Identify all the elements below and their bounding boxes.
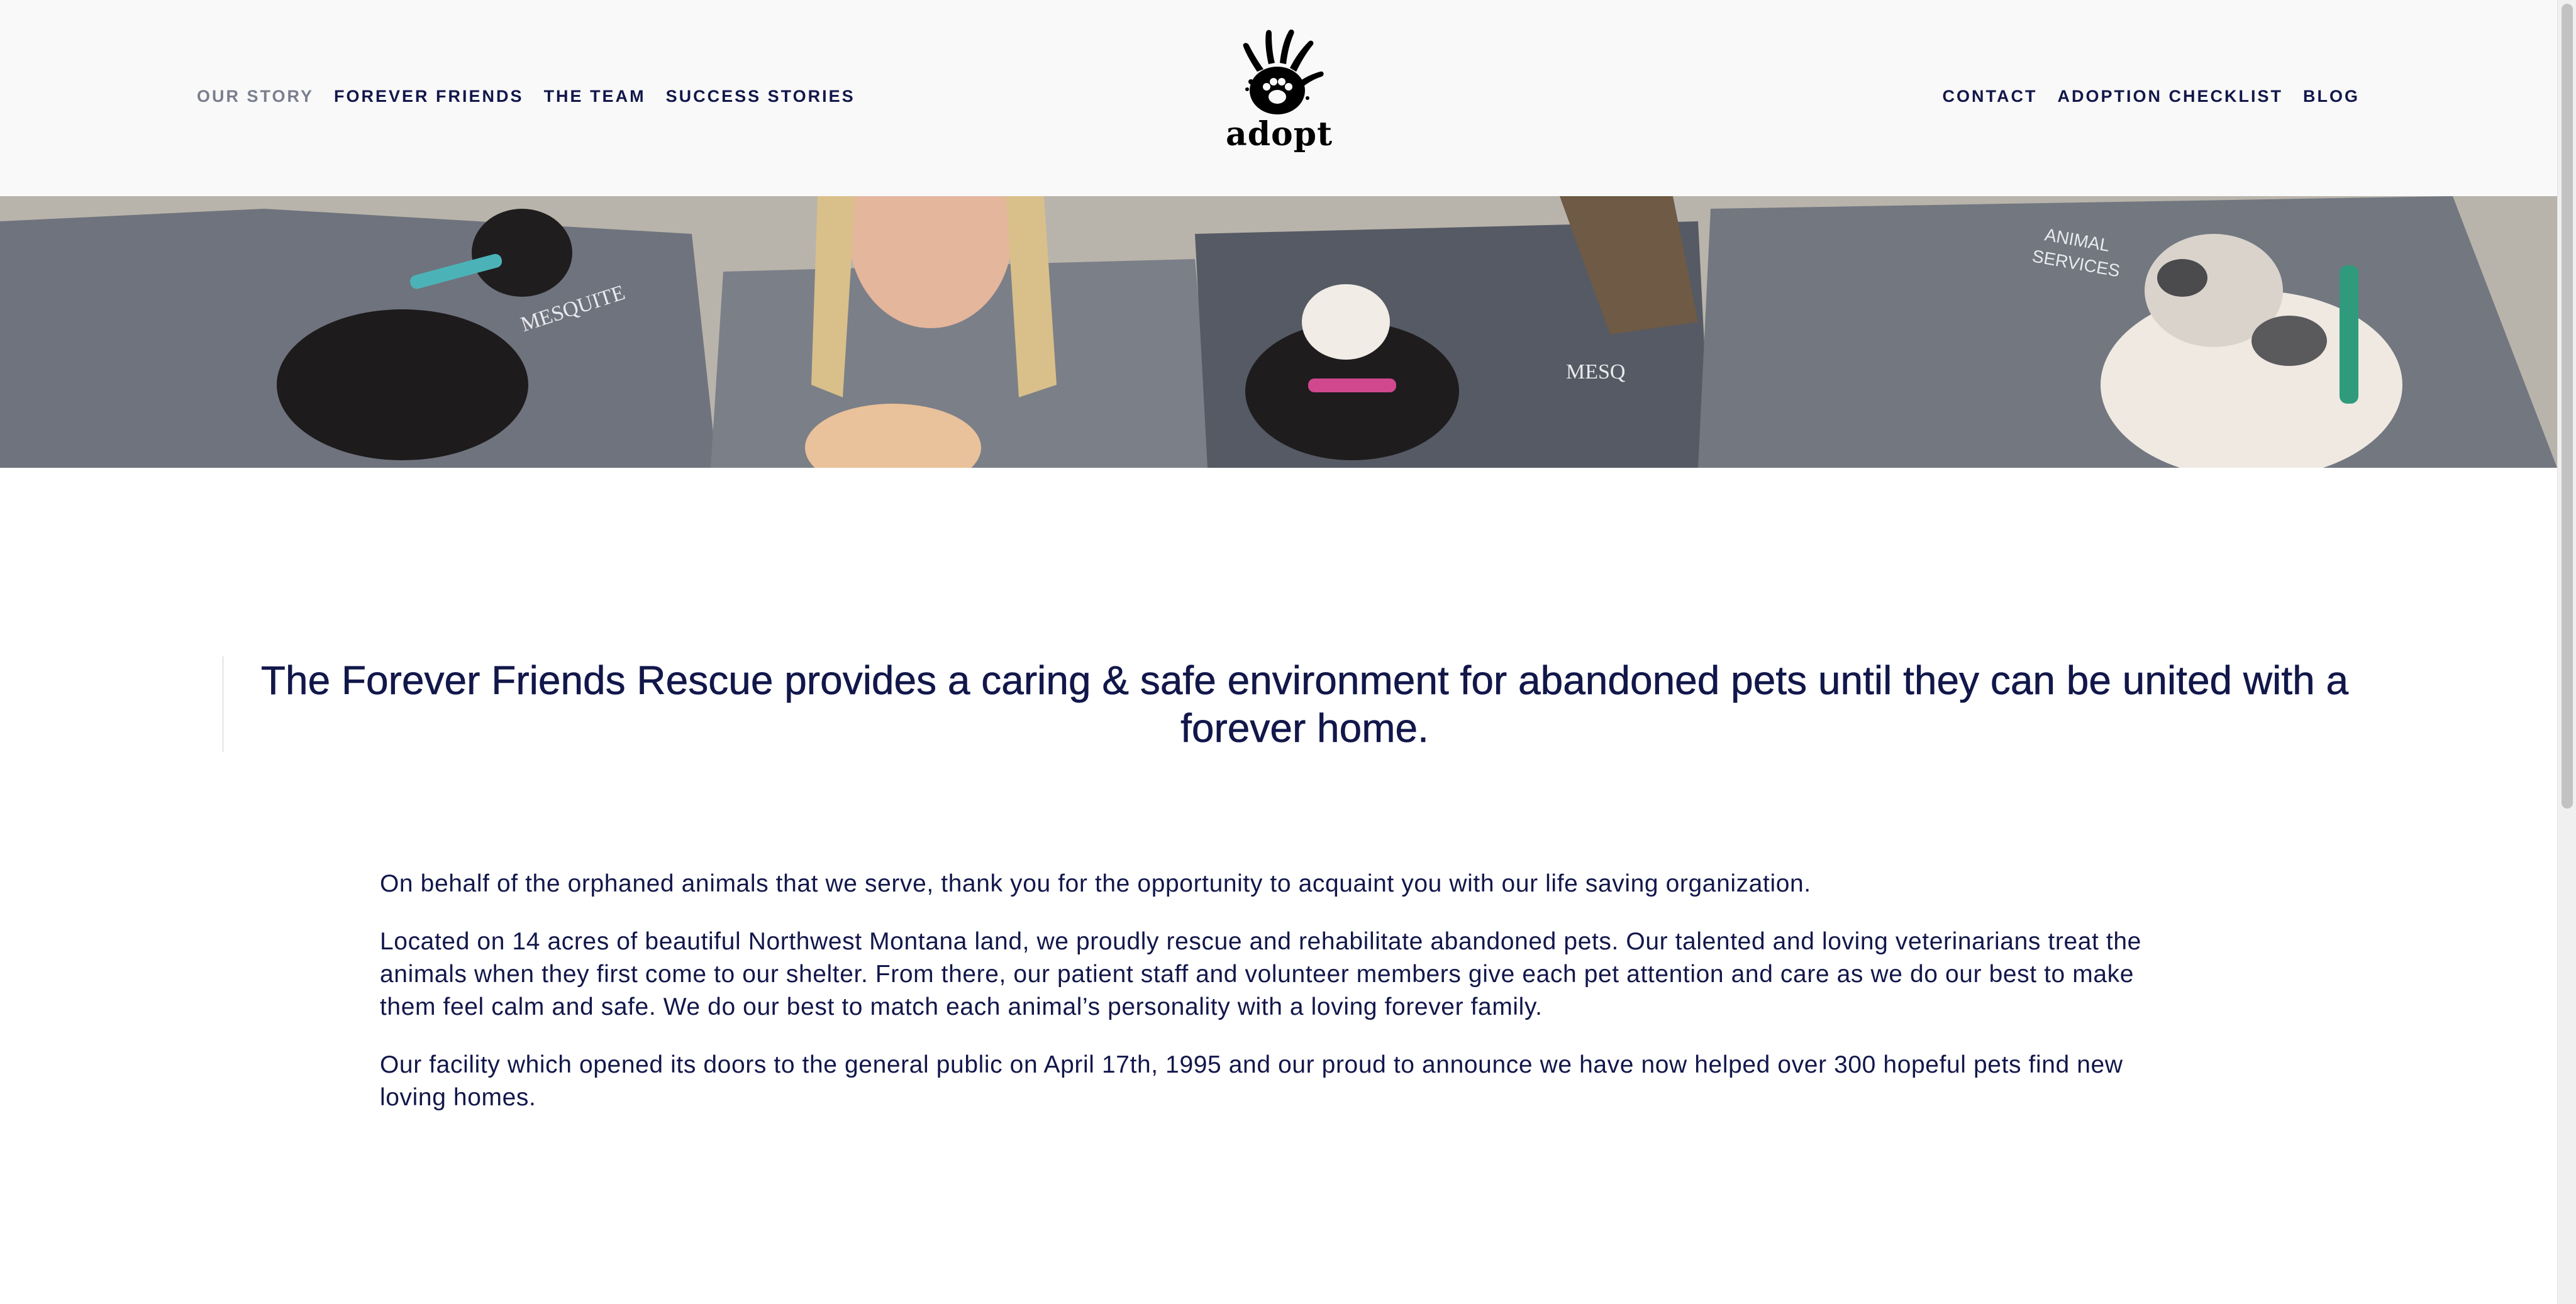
nav-forever-friends[interactable]: FOREVER FRIENDS <box>334 87 524 106</box>
primary-nav-right: CONTACT ADOPTION CHECKLIST BLOG <box>1943 87 2360 106</box>
site-header: OUR STORY FOREVER FRIENDS THE TEAM SUCCE… <box>0 0 2557 196</box>
nav-the-team[interactable]: THE TEAM <box>544 87 646 106</box>
mission-quote: The Forever Friends Rescue provides a ca… <box>222 656 2385 752</box>
handprint-paw-icon <box>1243 30 1324 114</box>
site-logo[interactable]: adopt <box>1226 28 1333 160</box>
photo-of-shelter-staff-with-pets-icon: MESQUITE MESQ ANIMAL SERVICES <box>0 196 2557 468</box>
logo-wordmark: adopt <box>1226 115 1333 153</box>
primary-nav-left: OUR STORY FOREVER FRIENDS THE TEAM SUCCE… <box>197 87 855 106</box>
about-body: On behalf of the orphaned animals that w… <box>380 868 2191 1139</box>
about-paragraph-3: Our facility which opened its doors to t… <box>380 1051 2123 1111</box>
about-paragraph-2: Located on 14 acres of beautiful Northwe… <box>380 928 2141 1020</box>
nav-blog[interactable]: BLOG <box>2303 87 2360 106</box>
nav-adoption-checklist[interactable]: ADOPTION CHECKLIST <box>2057 87 2283 106</box>
scrollbar-thumb[interactable] <box>2562 4 2573 809</box>
page-scrollbar[interactable] <box>2557 0 2576 1304</box>
svg-text:MESQ: MESQ <box>1566 360 1625 384</box>
nav-our-story[interactable]: OUR STORY <box>197 87 314 106</box>
nav-contact[interactable]: CONTACT <box>1943 87 2038 106</box>
nav-success-stories[interactable]: SUCCESS STORIES <box>666 87 855 106</box>
hero-banner-image: MESQUITE MESQ ANIMAL SERVICES <box>0 196 2557 468</box>
about-paragraph-1: On behalf of the orphaned animals that w… <box>380 870 1811 897</box>
